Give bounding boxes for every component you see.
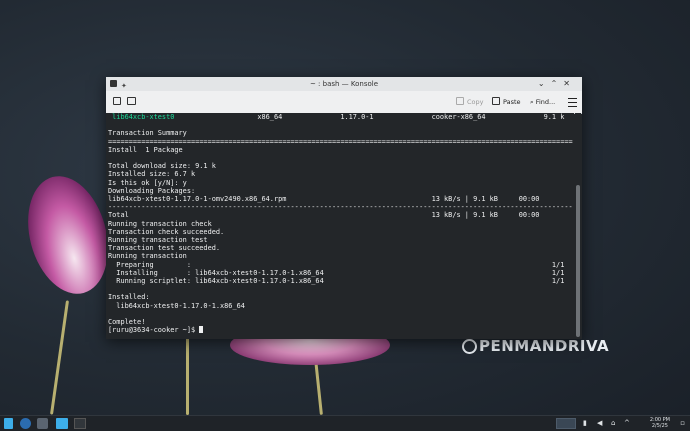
terminal-line: Transaction check succeeded.	[108, 227, 225, 236]
show-desktop-icon[interactable]: ▫	[680, 418, 685, 429]
tray-expand-icon[interactable]: ^	[624, 418, 630, 429]
terminal-line: Transaction Summary	[108, 129, 187, 138]
split-view-icon	[127, 97, 136, 105]
application-launcher-icon[interactable]	[4, 418, 13, 429]
terminal-line: lib64xcb-xtest0-1.17.0-1.x86_64	[108, 301, 245, 310]
copy-icon	[456, 97, 464, 105]
terminal-line: ----------------------------------------…	[108, 203, 573, 212]
minimize-icon[interactable]: ⌄	[538, 79, 551, 88]
text-cursor	[199, 326, 204, 334]
terminal-line: Running transaction test	[108, 236, 208, 245]
terminal-line: Running transaction check	[108, 219, 212, 228]
konsole-app-icon[interactable]	[110, 80, 117, 87]
terminal-line: Installed size: 6.7 k	[108, 170, 196, 179]
terminal-scrollbar[interactable]	[575, 113, 581, 339]
terminal-line: lib64xcb-xtest0-1.17.0-1-omv2490.x86_64.…	[108, 195, 540, 204]
folder-icon[interactable]	[56, 418, 68, 429]
paste-icon	[492, 97, 500, 105]
terminal-line: Is this ok [y/N]: y	[108, 178, 187, 187]
terminal-line: Downloading Packages:	[108, 186, 196, 195]
browser-icon[interactable]	[20, 418, 31, 429]
window-titlebar[interactable]: ✦ ~ : bash — Konsole ⌄⌃✕	[106, 77, 582, 91]
terminal-line: ========================================…	[108, 137, 573, 146]
split-view-button[interactable]	[127, 96, 139, 108]
package-details: x86_64 1.17.0-1 cooker-x86_64 9.1 k	[174, 113, 565, 121]
window-title: ~ : bash — Konsole	[309, 80, 379, 88]
konsole-window[interactable]: ✦ ~ : bash — Konsole ⌄⌃✕ Copy Paste ⌕ Fi…	[106, 77, 582, 339]
maximize-icon[interactable]: ⌃	[551, 79, 564, 88]
prompt-text: [ruru@3634-cooker ~]$	[108, 326, 200, 335]
new-tab-icon	[113, 97, 121, 105]
clipboard-icon[interactable]: ▮	[583, 418, 587, 429]
terminal-line: Running scriptlet: lib64xcb-xtest0-1.17.…	[108, 277, 565, 286]
terminal-line: Total download size: 9.1 k	[108, 162, 216, 171]
copy-button[interactable]: Copy	[456, 96, 484, 108]
settings-icon[interactable]	[37, 418, 48, 429]
terminal-line: Installed:	[108, 293, 150, 302]
terminal-line: lib64xcb-xtest0 x86_64 1.17.0-1 cooker-x…	[108, 113, 572, 121]
network-icon[interactable]: ⌂	[611, 418, 615, 429]
hamburger-menu-icon[interactable]	[568, 98, 577, 107]
terminal-line: Preparing : 1/1	[108, 260, 565, 269]
flower-stem	[50, 300, 69, 415]
shell-prompt[interactable]: [ruru@3634-cooker ~]$	[108, 326, 572, 334]
package-name: lib64xcb-xtest0	[108, 113, 175, 121]
konsole-task-icon[interactable]	[74, 418, 86, 429]
clock[interactable]: 2:00 PM 2/5/25	[650, 417, 670, 429]
terminal-line: Running transaction	[108, 252, 187, 261]
new-tab-button[interactable]	[113, 96, 124, 108]
terminal-line: Total 13 kB/s | 9.1 kB 00:00	[108, 211, 540, 220]
terminal-line: Install 1 Package	[108, 145, 183, 154]
terminal-line: Installing : lib64xcb-xtest0-1.17.0-1.x8…	[108, 268, 565, 277]
konsole-toolbar: Copy Paste ⌕ Find...	[106, 91, 582, 114]
openmandriva-logo: PENMANDRIVA	[462, 337, 609, 355]
terminal-line: Transaction test succeeded.	[108, 244, 221, 253]
flower-left	[15, 167, 121, 303]
virtual-desktop-pager[interactable]	[556, 418, 576, 429]
scrollbar-thumb[interactable]	[576, 185, 580, 337]
volume-icon[interactable]: ◀	[597, 418, 602, 429]
terminal-line: Complete!	[108, 318, 146, 327]
taskbar: ▮ ◀ ⌂ ^ 2:00 PM 2/5/25 ▫	[0, 415, 690, 431]
paste-button[interactable]: Paste	[492, 96, 521, 108]
close-icon[interactable]: ✕	[563, 79, 576, 88]
find-button[interactable]: ⌕ Find...	[530, 96, 555, 108]
terminal-output[interactable]: lib64xcb-xtest0 x86_64 1.17.0-1 cooker-x…	[106, 113, 574, 339]
